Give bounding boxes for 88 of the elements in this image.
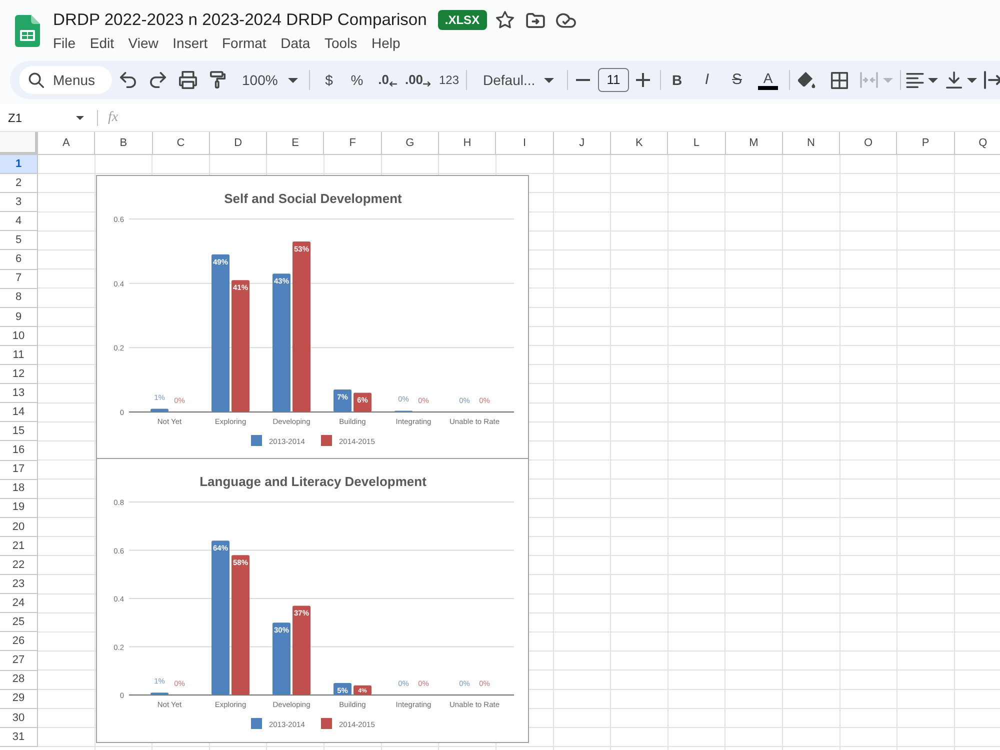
row-header[interactable]: 11 (0, 346, 38, 366)
menu-item[interactable]: Data (280, 34, 310, 52)
star-icon[interactable] (496, 11, 514, 29)
italic-button[interactable]: I (692, 66, 722, 94)
row-header[interactable]: 10 (0, 326, 38, 346)
row-header[interactable]: 3 (0, 193, 38, 212)
bold-button[interactable]: B (662, 66, 692, 94)
menu-item[interactable]: View (128, 34, 158, 52)
file-format-badge: .XLSX (438, 10, 487, 30)
plus-icon[interactable] (636, 73, 650, 87)
row-header[interactable]: 29 (0, 690, 38, 709)
color-bar-icon (758, 86, 778, 90)
paint-roller-icon[interactable] (210, 71, 226, 89)
menu-item[interactable]: File (53, 34, 76, 52)
caret-icon (76, 116, 84, 120)
text-color-button[interactable]: A (752, 66, 784, 94)
bar (150, 408, 168, 412)
redo-icon[interactable] (150, 72, 166, 88)
search-icon (28, 72, 44, 88)
chart-title: Self and Social Development (224, 191, 402, 206)
row-header[interactable]: 22 (0, 556, 38, 576)
menu-item[interactable]: Insert (172, 34, 208, 52)
menu-item[interactable]: Help (371, 34, 400, 52)
row-header[interactable]: 1 (0, 155, 38, 174)
font-size-field[interactable]: 11 (598, 68, 629, 92)
print-icon[interactable] (179, 71, 197, 89)
row-header[interactable]: 16 (0, 441, 38, 460)
bar (354, 392, 372, 412)
row-header[interactable]: 12 (0, 365, 38, 384)
caret-icon[interactable] (967, 78, 977, 82)
bar (150, 692, 168, 695)
row-header[interactable]: 31 (0, 728, 38, 747)
cell-grid[interactable] (38, 155, 1000, 750)
row-header[interactable]: 8 (0, 288, 38, 308)
more-formats-button[interactable]: 123 (433, 66, 465, 94)
row-header[interactable]: 9 (0, 308, 38, 327)
caret-icon[interactable] (544, 78, 554, 82)
folder-arrow-icon[interactable] (526, 12, 545, 28)
row-header[interactable]: 23 (0, 575, 38, 594)
arrow-left-icon (388, 81, 397, 87)
zoom-dropdown[interactable]: 100% (233, 66, 303, 94)
row-header[interactable]: 5 (0, 231, 38, 250)
row-header[interactable]: 18 (0, 480, 38, 499)
spreadsheet-logo-icon[interactable] (15, 15, 40, 47)
row-header[interactable]: 2 (0, 174, 38, 194)
currency-button[interactable]: $ (316, 66, 342, 94)
name-box[interactable]: Z1 (2, 106, 90, 128)
caret-icon[interactable] (928, 78, 938, 82)
row-header[interactable]: 26 (0, 632, 38, 652)
font-dropdown[interactable]: Defaul... (471, 66, 561, 94)
row-header[interactable]: 25 (0, 613, 38, 632)
document-title[interactable]: DRDP 2022-2023 n 2023-2024 DRDP Comparison (53, 9, 427, 31)
paint-bucket-icon[interactable] (798, 71, 816, 89)
row-header[interactable]: 28 (0, 670, 38, 690)
row-header[interactable]: 30 (0, 708, 38, 728)
menu-item[interactable]: Edit (90, 34, 114, 52)
fx-label: fx (108, 109, 118, 127)
row-header[interactable]: 15 (0, 422, 38, 442)
align-left-icon[interactable] (906, 72, 924, 88)
row-header[interactable]: 7 (0, 270, 38, 289)
bar (334, 389, 352, 412)
row-header[interactable]: 6 (0, 250, 38, 270)
percent-button[interactable]: % (342, 66, 372, 94)
align-bottom-icon[interactable] (946, 71, 963, 89)
row-header[interactable]: 27 (0, 651, 38, 671)
row-header[interactable]: 20 (0, 518, 38, 537)
undo-icon[interactable] (120, 72, 136, 88)
borders-grid-icon[interactable] (830, 72, 848, 88)
caret-icon[interactable] (288, 78, 298, 82)
bar (354, 685, 372, 695)
row-header[interactable]: 14 (0, 403, 38, 422)
row-header[interactable]: 4 (0, 212, 38, 232)
menu-item[interactable]: Format (222, 34, 266, 52)
menu-item[interactable]: Tools (324, 34, 358, 52)
increase-decimal-button[interactable]: .00 (403, 66, 433, 94)
row-header[interactable]: 13 (0, 384, 38, 404)
arrow-bar-icon[interactable] (984, 71, 1000, 89)
cloud-check-icon[interactable] (556, 12, 576, 28)
strikethrough-button[interactable]: S (722, 66, 752, 94)
chart-title: Language and Literacy Development (200, 474, 426, 489)
row-header[interactable]: 21 (0, 536, 38, 556)
decrease-decimal-button[interactable]: .0 (372, 66, 403, 94)
menu-search-button[interactable]: Menus (19, 66, 112, 94)
row-header[interactable]: 24 (0, 594, 38, 614)
row-header[interactable]: 19 (0, 498, 38, 518)
row-header[interactable]: 17 (0, 460, 38, 480)
bar (334, 682, 352, 695)
arrow-right-icon (423, 81, 432, 87)
